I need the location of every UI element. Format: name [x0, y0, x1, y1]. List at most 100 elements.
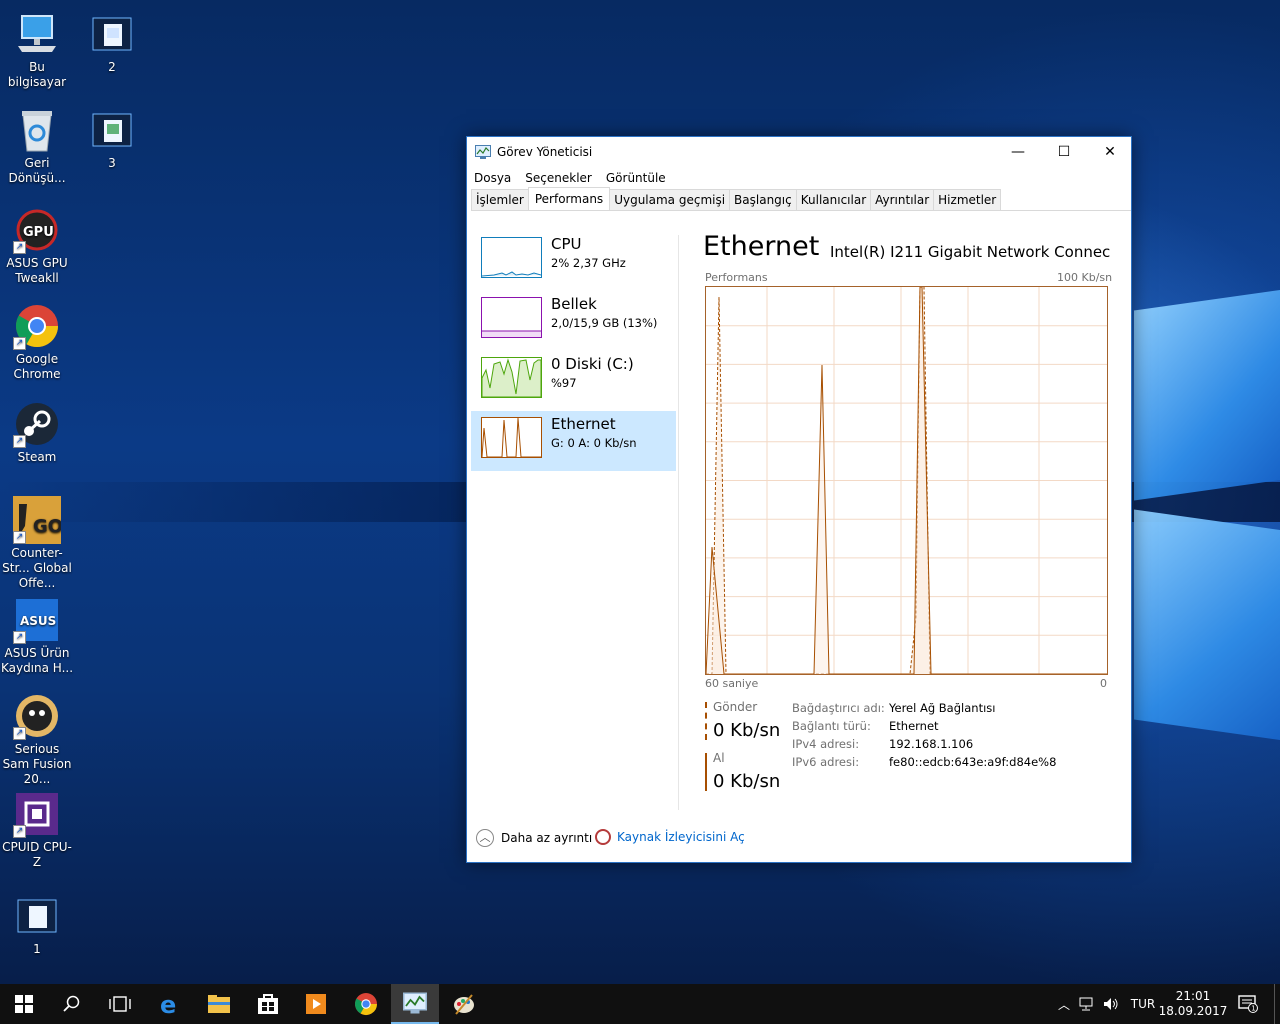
task-manager-icon [475, 145, 491, 159]
chrome-taskbar-button[interactable] [342, 984, 390, 1024]
desktop-icon-google-chrome[interactable]: ↗ Google Chrome [0, 302, 74, 382]
paint-taskbar-button[interactable] [440, 984, 488, 1024]
graph-zero-label: 0 [1100, 677, 1107, 690]
start-button[interactable] [0, 984, 48, 1024]
desktop-icon-image-1[interactable]: 1 [0, 892, 74, 957]
connection-type-value: Ethernet [889, 719, 939, 733]
title-bar[interactable]: Görev Yöneticisi — ☐ ✕ [467, 137, 1131, 167]
show-hidden-icons-button[interactable]: ︿ [1054, 984, 1074, 1024]
window-title: Görev Yöneticisi [497, 145, 593, 159]
task-manager-taskbar-button[interactable] [391, 984, 439, 1024]
svg-text:1: 1 [1251, 1005, 1255, 1013]
adapter-name-value: Yerel Ağ Bağlantısı [889, 701, 996, 715]
input-language-button[interactable]: TUR [1124, 984, 1162, 1024]
media-player-taskbar-button[interactable] [292, 984, 340, 1024]
svg-text:ASUS: ASUS [20, 614, 56, 628]
chrome-icon [355, 993, 377, 1015]
sidebar-item-value: 2% 2,37 GHz [551, 256, 626, 270]
notification-icon: 1 [1238, 995, 1258, 1013]
open-resource-monitor-link[interactable]: Kaynak İzleyicisini Aç [595, 829, 745, 845]
store-taskbar-button[interactable] [244, 984, 292, 1024]
tab-app-history[interactable]: Uygulama geçmişi [609, 189, 731, 210]
clock[interactable]: 21:01 18.09.2017 [1159, 984, 1228, 1024]
send-value: 0 Kb/sn [713, 720, 781, 741]
menu-view[interactable]: Görüntüle [606, 171, 666, 185]
tab-details[interactable]: Ayrıntılar [870, 189, 935, 210]
tab-processes[interactable]: İşlemler [471, 189, 529, 210]
menu-bar: Dosya Seçenekler Görüntüle [467, 167, 1131, 189]
minimize-button[interactable]: — [995, 137, 1041, 167]
desktop-icon-recycle-bin[interactable]: Geri Dönüşü... [0, 106, 74, 186]
sidebar-item-cpu[interactable]: CPU 2% 2,37 GHz [471, 231, 676, 291]
menu-file[interactable]: Dosya [474, 171, 511, 185]
disk-thumbnail [481, 357, 542, 398]
task-view-button[interactable] [96, 984, 144, 1024]
store-icon [258, 994, 278, 1014]
receive-value: 0 Kb/sn [713, 771, 781, 792]
ethernet-thumbnail [481, 417, 542, 458]
action-center-button[interactable]: 1 [1230, 984, 1266, 1024]
clock-time: 21:01 [1175, 989, 1211, 1003]
desktop-icon-steam[interactable]: ↗ Steam [0, 400, 74, 465]
desktop-icon-image-3[interactable]: 3 [75, 106, 149, 171]
pane-divider[interactable] [678, 235, 679, 810]
desktop-icon-cpuz[interactable]: ↗ CPUID CPU-Z [0, 790, 74, 870]
sidebar-item-ethernet[interactable]: Ethernet G: 0 A: 0 Kb/sn [471, 411, 676, 471]
resource-monitor-label: Kaynak İzleyicisini Aç [617, 830, 745, 844]
start-icon [15, 995, 33, 1013]
svg-text:GPU: GPU [23, 225, 54, 240]
tab-users[interactable]: Kullanıcılar [795, 189, 872, 210]
sidebar-item-value: G: 0 A: 0 Kb/sn [551, 436, 637, 450]
chevron-up-icon: ︿ [476, 829, 494, 847]
image-file-icon [13, 892, 61, 940]
edge-icon: e [160, 992, 176, 1016]
recycle-bin-icon [13, 106, 61, 154]
chrome-icon: ↗ [13, 302, 61, 350]
throughput-graph [705, 286, 1108, 675]
resource-monitor-icon [595, 829, 611, 845]
ipv6-value: fe80::edcb:643e:a9f:d84e%8 [889, 755, 1057, 769]
adapter-name: Intel(R) I211 Gigabit Network Connecti..… [830, 243, 1110, 261]
steam-icon: ↗ [13, 400, 61, 448]
desktop-icon-image-2[interactable]: 2 [75, 10, 149, 75]
network-tray-button[interactable] [1076, 984, 1098, 1024]
close-button[interactable]: ✕ [1087, 137, 1133, 167]
tab-performance[interactable]: Performans [527, 187, 611, 210]
menu-options[interactable]: Seçenekler [525, 171, 592, 185]
sidebar-item-label: CPU [551, 235, 582, 253]
desktop-icon-csgo[interactable]: GO ↗ Counter-Str... Global Offe... [0, 496, 74, 591]
cpuz-icon: ↗ [13, 790, 61, 838]
desktop-icon-asus-registration[interactable]: ASUS ↗ ASUS Ürün Kaydına H... [0, 596, 74, 676]
graph-caption: Performans [705, 271, 768, 284]
search-button[interactable] [48, 984, 96, 1024]
desktop-icon-asus-gpu-tweak[interactable]: GPU ↗ ASUS GPU Tweakll [0, 206, 74, 286]
memory-thumbnail [481, 297, 542, 338]
desktop-icon-serious-sam[interactable]: ↗ Serious Sam Fusion 20... [0, 692, 74, 787]
svg-text:GO: GO [33, 516, 61, 537]
tab-startup[interactable]: Başlangıç [729, 189, 797, 210]
volume-tray-button[interactable] [1100, 984, 1122, 1024]
sidebar-item-label: Ethernet [551, 415, 616, 433]
file-explorer-taskbar-button[interactable] [195, 984, 243, 1024]
sidebar-item-memory[interactable]: Bellek 2,0/15,9 GB (13%) [471, 291, 676, 351]
svg-text:e: e [160, 992, 176, 1016]
fewer-details-button[interactable]: ︿ Daha az ayrıntı [476, 829, 592, 847]
show-desktop-button[interactable] [1274, 984, 1280, 1024]
tab-services[interactable]: Hizmetler [933, 189, 1002, 210]
chevron-up-icon: ︿ [1057, 997, 1070, 1012]
sidebar-item-value: 2,0/15,9 GB (13%) [551, 316, 658, 330]
paint-icon [454, 994, 474, 1015]
desktop-icon-this-pc[interactable]: Bu bilgisayar [0, 10, 74, 90]
sidebar-item-value: %97 [551, 376, 577, 390]
send-label: Gönder [713, 700, 758, 714]
edge-taskbar-button[interactable]: e [146, 984, 194, 1024]
graph-max-label: 100 Kb/sn [1057, 271, 1113, 284]
receive-legend-bar [705, 753, 707, 791]
sidebar-item-disk[interactable]: 0 Diski (C:) %97 [471, 351, 676, 411]
fewer-details-label: Daha az ayrıntı [501, 831, 593, 845]
maximize-button[interactable]: ☐ [1041, 137, 1087, 167]
performance-sidebar: CPU 2% 2,37 GHz Bellek 2,0/15,9 GB (13%)… [471, 231, 676, 471]
computer-icon [13, 10, 61, 58]
send-legend-bar [705, 702, 707, 740]
receive-label: Al [713, 751, 725, 765]
